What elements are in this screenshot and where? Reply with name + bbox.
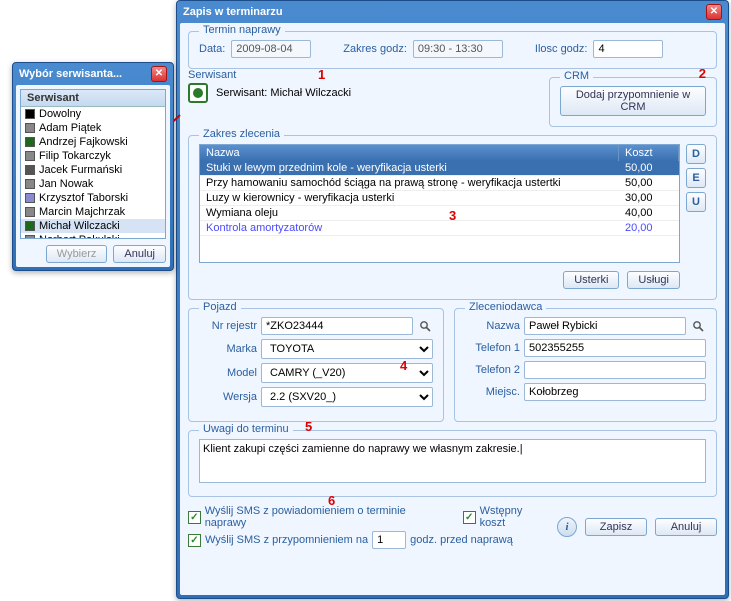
chk-initial-cost[interactable]: ✓ (463, 511, 476, 524)
d-button[interactable]: D (686, 144, 706, 164)
save-button[interactable]: Zapisz (585, 518, 647, 536)
tel1-input[interactable] (524, 339, 706, 357)
list-item[interactable]: Krzysztof Taborski (21, 191, 165, 205)
group-zleceniodawca: Zleceniodawca Nazwa Telefon 1 Telefon 2 … (454, 308, 717, 422)
list-item[interactable]: Jan Nowak (21, 177, 165, 191)
list-item[interactable]: Dowolny (21, 107, 165, 121)
usterki-button[interactable]: Usterki (563, 271, 619, 289)
servicer-text: Serwisant: Michał Wilczacki (216, 87, 351, 99)
hours-input[interactable] (593, 40, 663, 58)
servicer-select-popup: Wybór serwisanta... ✕ Serwisant DowolnyA… (12, 62, 174, 271)
table-row[interactable]: Przy hamowaniu samochód ściąga na prawą … (200, 176, 679, 191)
order-table: Nazwa Koszt Stuki w lewym przednim kole … (199, 144, 680, 263)
info-icon[interactable]: i (557, 517, 577, 537)
uwagi-textarea[interactable] (199, 439, 706, 483)
group-zakres: Zakres zlecenia Nazwa Koszt Stuki w lewy… (188, 135, 717, 300)
group-uwagi: Uwagi do terminu 5 (188, 430, 717, 497)
date-label: Data: (199, 43, 225, 55)
servicer-list[interactable]: Serwisant DowolnyAdam PiątekAndrzej Fajk… (20, 89, 166, 239)
nazwa-input[interactable] (524, 317, 686, 335)
servicer-indicator[interactable] (188, 83, 208, 103)
table-row[interactable]: Luzy w kierownicy - weryfikacja usterki3… (200, 191, 679, 206)
serwisant-legend: Serwisant (188, 69, 236, 81)
range-label: Zakres godz: (343, 43, 407, 55)
chk-sms-remind[interactable]: ✓ (188, 534, 201, 547)
tel2-input[interactable] (524, 361, 706, 379)
list-item[interactable]: Marcin Majchrzak (21, 205, 165, 219)
close-icon[interactable]: ✕ (706, 4, 722, 20)
uslugi-button[interactable]: Usługi (627, 271, 680, 289)
list-item[interactable]: Michał Wilczacki (21, 219, 165, 233)
e-button[interactable]: E (686, 168, 706, 188)
list-item[interactable]: Filip Tokarczyk (21, 149, 165, 163)
range-input[interactable] (413, 40, 503, 58)
nr-rejestr-input[interactable] (261, 317, 413, 335)
list-header: Serwisant (21, 90, 165, 107)
crm-reminder-button[interactable]: Dodaj przypomnienie w CRM (560, 86, 706, 116)
window-title: Zapis w terminarzu (183, 6, 283, 18)
list-item[interactable]: Adam Piątek (21, 121, 165, 135)
list-item[interactable]: Jacek Furmański (21, 163, 165, 177)
col-name: Nazwa (200, 145, 619, 161)
list-item[interactable]: Norbert Pakulski (21, 233, 165, 239)
date-input[interactable] (231, 40, 311, 58)
cancel-button[interactable]: Anuluj (113, 245, 166, 263)
main-window: Zapis w terminarzu ✕ Termin naprawy Data… (176, 0, 729, 599)
select-button[interactable]: Wybierz (46, 245, 108, 263)
table-row[interactable]: Wymiana oleju40,00 (200, 206, 679, 221)
popup-title: Wybór serwisanta... (19, 68, 122, 80)
list-item[interactable]: Andrzej Fajkowski (21, 135, 165, 149)
table-row[interactable]: Kontrola amortyzatorów20,00 (200, 221, 679, 236)
miejsc-input[interactable] (524, 383, 706, 401)
group-title: Termin naprawy (199, 24, 285, 36)
chk-sms-notify[interactable]: ✓ (188, 511, 201, 524)
hours-label: Ilosc godz: (535, 43, 588, 55)
marka-select[interactable]: TOYOTA (261, 339, 433, 359)
close-icon[interactable]: ✕ (151, 66, 167, 82)
search-icon[interactable] (690, 318, 706, 334)
u-button[interactable]: U (686, 192, 706, 212)
table-row[interactable]: Stuki w lewym przednim kole - weryfikacj… (200, 161, 679, 176)
cancel-button[interactable]: Anuluj (655, 518, 717, 536)
remind-hours-input[interactable] (372, 531, 406, 549)
group-crm: CRM 2 Dodaj przypomnienie w CRM (549, 77, 717, 127)
col-cost: Koszt (619, 145, 679, 161)
wersja-select[interactable]: 2.2 (SXV20_) (261, 387, 433, 407)
group-termin: Termin naprawy Data: Zakres godz: Ilosc … (188, 31, 717, 69)
search-icon[interactable] (417, 318, 433, 334)
